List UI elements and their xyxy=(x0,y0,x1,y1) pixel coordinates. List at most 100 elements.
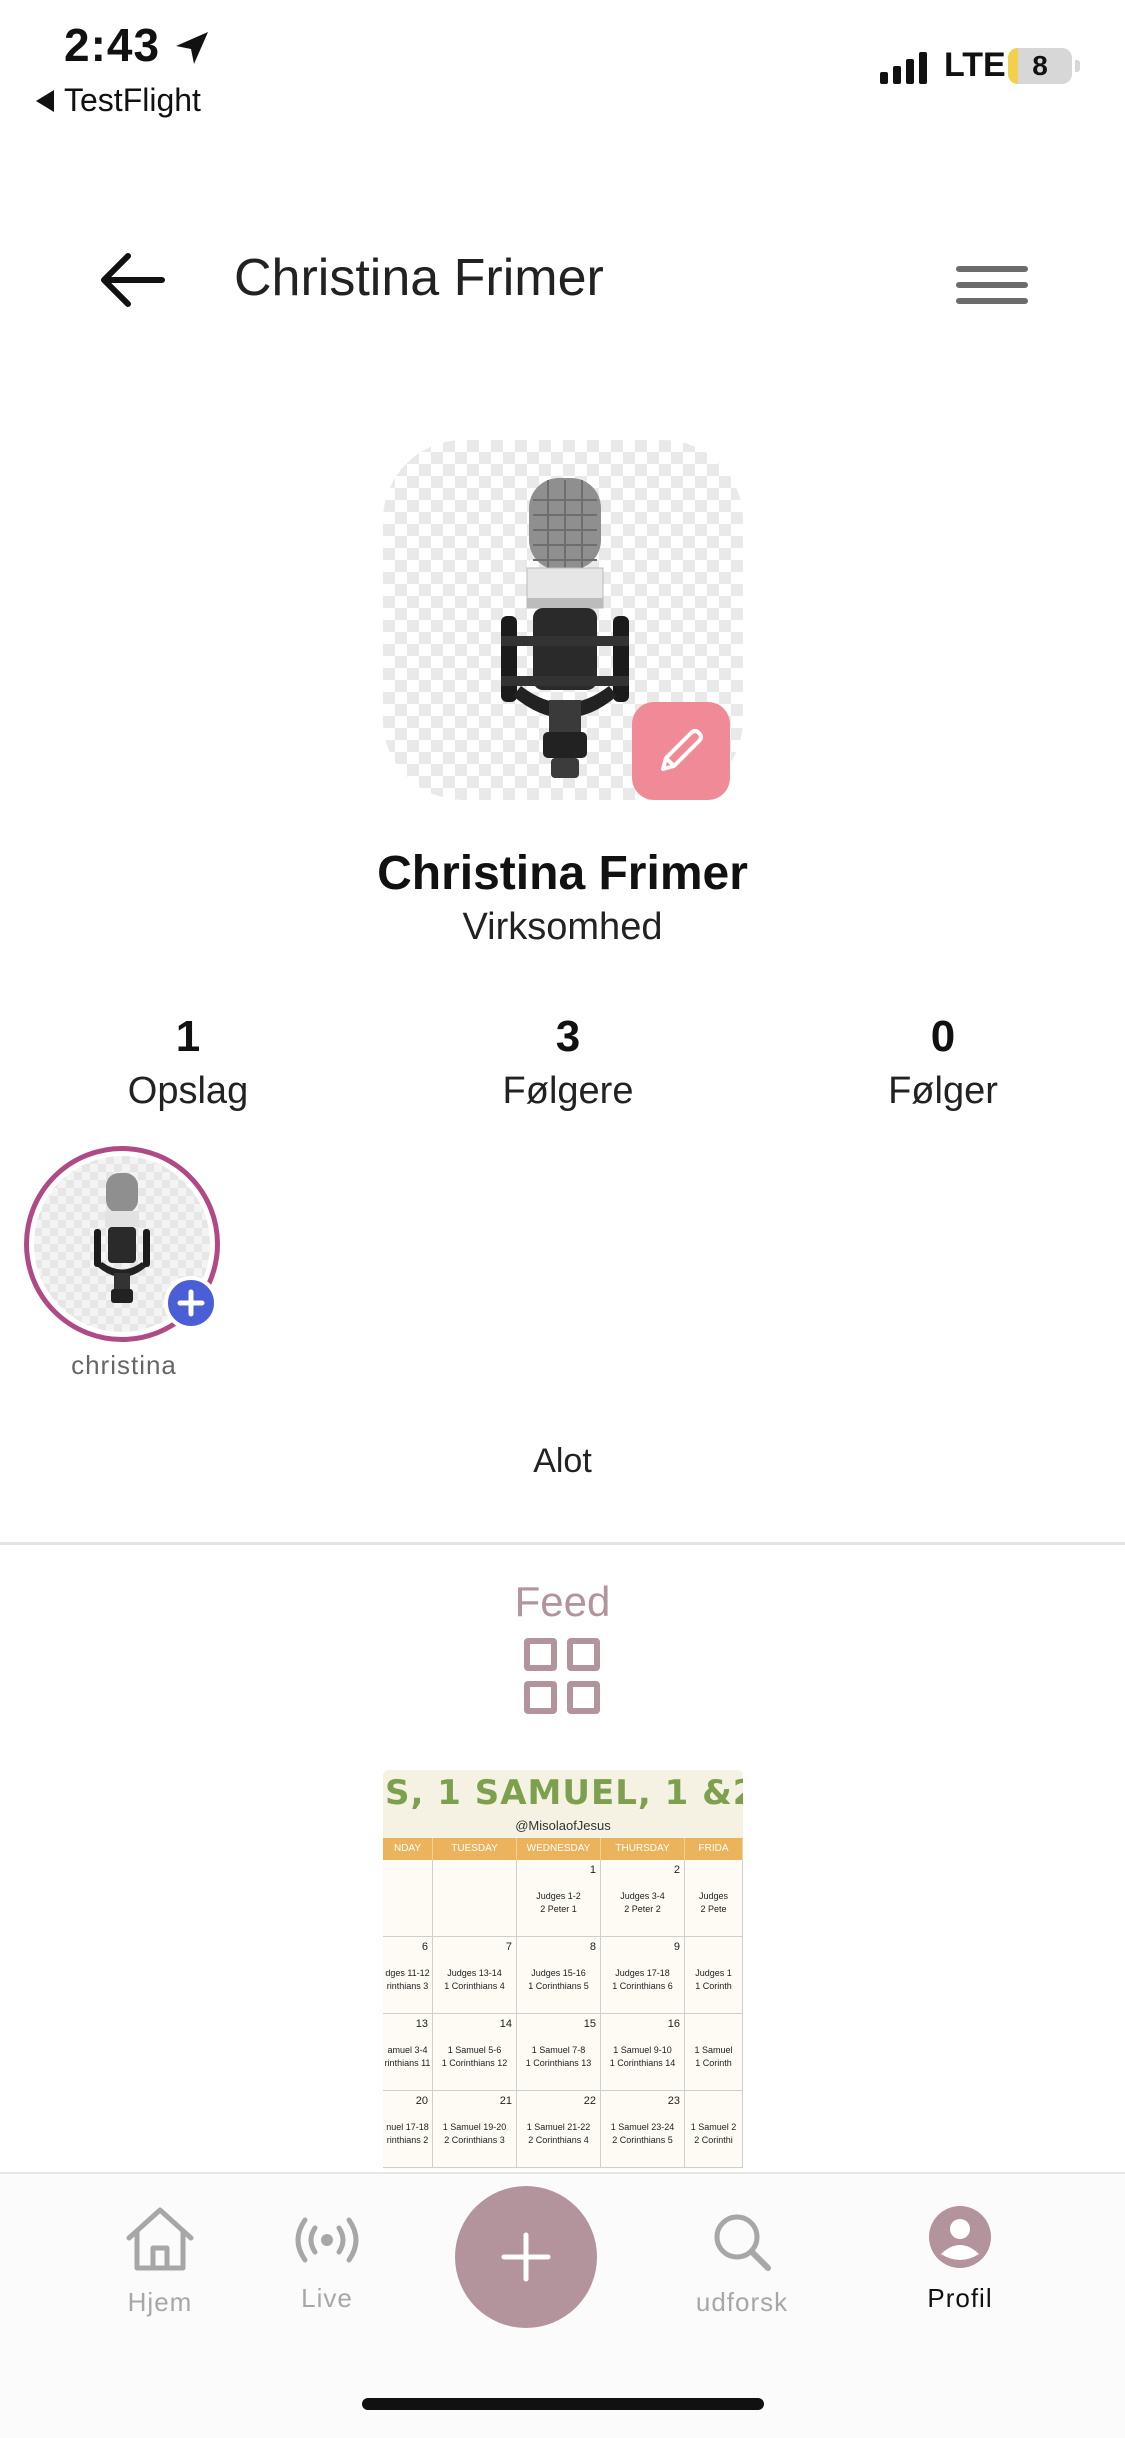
post-cell-date: 22 xyxy=(583,2095,596,2107)
post-cell-reading: Judges 17-18 1 Corinthians 6 xyxy=(612,1968,673,1991)
post-cell-reading: 1 Samuel 2 2 Corinthi xyxy=(690,2122,737,2145)
post-cell-date: 15 xyxy=(583,2018,596,2030)
status-time: 2:43 xyxy=(64,19,161,71)
post-calendar-cell xyxy=(433,1860,517,1936)
post-calendar-cell: 15 1 Samuel 7-8 1 Corinthians 13 xyxy=(517,2014,601,2090)
stat-following[interactable]: 0 Følger xyxy=(793,1012,1093,1113)
post-title: S, 1 SAMUEL, 1 &2 COR, 2 xyxy=(383,1770,743,1816)
hamburger-icon-line xyxy=(956,266,1028,272)
cellular-signal-icon xyxy=(880,52,927,84)
feed-post[interactable]: S, 1 SAMUEL, 1 &2 COR, 2 @MisolaofJesus … xyxy=(383,1770,743,2170)
post-cell-date: 21 xyxy=(499,2095,512,2107)
post-cell-reading: Judges 2 Pete xyxy=(698,1891,729,1914)
create-post-button[interactable] xyxy=(455,2186,597,2328)
menu-button[interactable] xyxy=(956,266,1028,322)
section-divider xyxy=(0,1542,1125,1545)
post-calendar-cell: 21 1 Samuel 19-20 2 Corinthians 3 xyxy=(433,2091,517,2167)
battery-level: 8 xyxy=(1032,50,1048,81)
post-cell-reading: nuel 17-18 rinthians 2 xyxy=(386,2122,429,2145)
story-label: christina xyxy=(71,1350,177,1380)
post-cell-date: 14 xyxy=(499,2018,512,2030)
tab-label: Live xyxy=(301,2283,353,2313)
tab-explore[interactable]: udforsk xyxy=(692,2210,792,2318)
post-cell-date: 16 xyxy=(667,2018,680,2030)
post-day-headers: NDAY TUESDAY WEDNESDAY THURSDAY FRIDA xyxy=(383,1838,743,1860)
home-icon xyxy=(126,2207,194,2271)
post-calendar-cell: 9 Judges 17-18 1 Corinthians 6 xyxy=(601,1937,685,2013)
stat-label: Følgere xyxy=(502,1070,634,1112)
post-calendar-cell: 1 Judges 1-2 2 Peter 1 xyxy=(517,1860,601,1936)
post-calendar-cell: 14 1 Samuel 5-6 1 Corinthians 12 xyxy=(433,2014,517,2090)
battery-tip xyxy=(1075,60,1080,72)
post-cell-date: 2 xyxy=(673,1864,680,1876)
tab-label: udforsk xyxy=(695,2287,789,2317)
stat-value: 1 xyxy=(175,1012,201,1061)
post-cell-date: 13 xyxy=(415,2018,428,2030)
post-day-header: THURSDAY xyxy=(601,1838,685,1860)
post-calendar-cell: 16 1 Samuel 9-10 1 Corinthians 14 xyxy=(601,2014,685,2090)
post-cell-date: 23 xyxy=(667,2095,680,2107)
stat-posts[interactable]: 1 Opslag xyxy=(38,1012,338,1113)
post-calendar-cell: 7 Judges 13-14 1 Corinthians 4 xyxy=(433,1937,517,2013)
post-cell-reading: 1 Samuel 23-24 2 Corinthians 5 xyxy=(610,2122,675,2145)
post-calendar-cell: 20 nuel 17-18 rinthians 2 xyxy=(383,2091,433,2167)
pencil-icon xyxy=(661,729,703,771)
post-week-row: 6 dges 11-12 rinthians 3 7 Judges 13-14 1 C… xyxy=(383,1937,743,2014)
stat-followers[interactable]: 3 Følgere xyxy=(418,1012,718,1113)
profile-name: Christina Frimer xyxy=(377,847,748,900)
post-day-header: NDAY xyxy=(383,1838,433,1860)
hamburger-icon-line xyxy=(956,282,1028,288)
post-cell-reading: Judges 15-16 1 Corinthians 5 xyxy=(528,1968,589,1991)
post-cell-date: 9 xyxy=(673,1941,680,1953)
back-app-label: TestFlight xyxy=(64,82,201,118)
feed-label: Feed xyxy=(514,1578,611,1625)
tab-live[interactable]: Live xyxy=(277,2210,377,2314)
stat-label: Opslag xyxy=(127,1070,249,1112)
post-week-row: 1 Judges 1-2 2 Peter 1 2 Judges 3-4 2 Peter… xyxy=(383,1860,743,1937)
tab-home[interactable]: Hjem xyxy=(110,2204,210,2318)
post-calendar-cell: 1 Samuel 2 2 Corinthi xyxy=(685,2091,743,2167)
grid-view-icon[interactable] xyxy=(524,1638,600,1714)
back-to-app-link[interactable]: TestFlight xyxy=(36,82,201,119)
tab-profile[interactable]: Profil xyxy=(910,2204,1010,2314)
post-cell-reading: Judges 3-4 2 Peter 2 xyxy=(620,1891,665,1914)
post-calendar-cell xyxy=(383,1860,433,1936)
post-cell-reading: 1 Samuel 7-8 1 Corinthians 13 xyxy=(525,2045,592,2068)
post-cell-reading: Judges 1-2 2 Peter 1 xyxy=(536,1891,581,1914)
back-button[interactable] xyxy=(96,248,168,312)
post-calendar-cell: 23 1 Samuel 23-24 2 Corinthians 5 xyxy=(601,2091,685,2167)
stat-label: Følger xyxy=(888,1070,998,1112)
tab-label: Hjem xyxy=(127,2287,193,2317)
post-cell-date: 6 xyxy=(421,1941,428,1953)
arrow-left-icon xyxy=(101,253,165,307)
back-triangle-icon xyxy=(36,89,54,112)
hamburger-icon-line xyxy=(956,298,1028,304)
post-cell-date: 8 xyxy=(589,1941,596,1953)
post-calendar-cell: Judges 1 1 Corinth xyxy=(685,1937,743,2013)
post-calendar-cell: Judges 2 Pete xyxy=(685,1860,743,1936)
post-calendar-cell: 2 Judges 3-4 2 Peter 2 xyxy=(601,1860,685,1936)
post-calendar-cell: 13 amuel 3-4 rinthians 11 xyxy=(383,2014,433,2090)
post-calendar-cell: 8 Judges 15-16 1 Corinthians 5 xyxy=(517,1937,601,2013)
post-calendar: 1 Judges 1-2 2 Peter 1 2 Judges 3-4 2 Peter… xyxy=(383,1860,743,2168)
search-icon xyxy=(714,2214,771,2271)
home-indicator xyxy=(362,2398,764,2410)
post-cell-reading: 1 Samuel 19-20 2 Corinthians 3 xyxy=(442,2122,507,2145)
battery-icon: 8 xyxy=(1008,48,1072,84)
post-day-header: FRIDA xyxy=(685,1838,743,1860)
add-story-button[interactable] xyxy=(164,1276,218,1330)
post-cell-reading: 1 Samuel 5-6 1 Corinthians 12 xyxy=(441,2045,508,2068)
post-cell-reading: Judges 1 1 Corinth xyxy=(695,1968,732,1991)
plus-icon xyxy=(501,2232,551,2282)
post-cell-reading: 1 Samuel 21-22 2 Corinthians 4 xyxy=(526,2122,591,2145)
stat-value: 0 xyxy=(930,1012,956,1061)
stat-value: 3 xyxy=(555,1012,581,1061)
post-cell-reading: dges 11-12 rinthians 3 xyxy=(385,1968,430,1991)
edit-avatar-button[interactable] xyxy=(632,702,730,800)
post-cell-date: 20 xyxy=(415,2095,428,2107)
post-calendar-cell: 1 Samuel 1 Corinth xyxy=(685,2014,743,2090)
post-calendar-cell: 22 1 Samuel 21-22 2 Corinthians 4 xyxy=(517,2091,601,2167)
location-arrow-icon xyxy=(176,32,208,64)
post-handle: @MisolaofJesus xyxy=(383,1816,743,1838)
post-cell-date: 1 xyxy=(589,1864,596,1876)
